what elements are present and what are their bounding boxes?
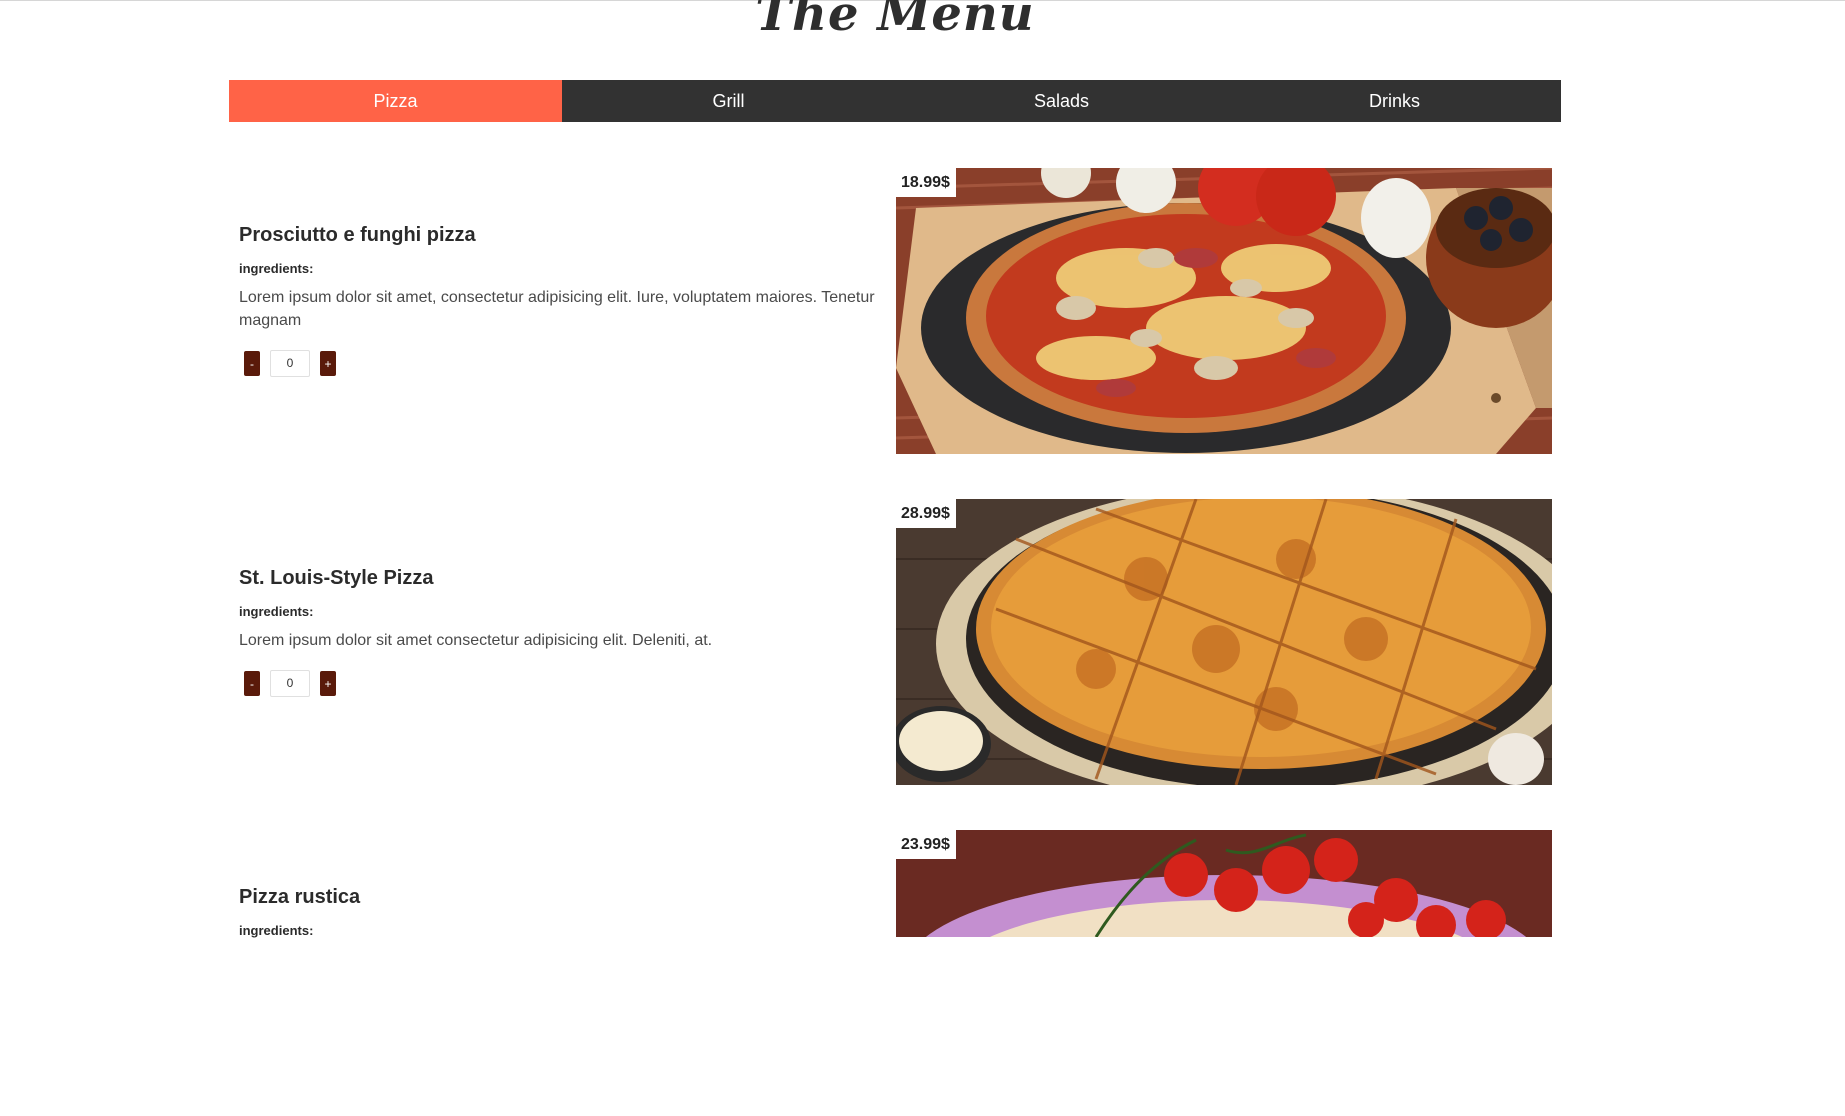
item-description: Lorem ipsum dolor sit amet, consectetur … [239,289,875,329]
tab-drinks[interactable]: Drinks [1228,80,1561,122]
item-name: Pizza rustica [239,886,361,908]
ingredients-label: ingredients: [239,261,314,276]
menu-item-info: St. Louis-Style Pizza ingredients: Lorem… [239,567,879,697]
price-badge: 23.99$ [896,830,956,859]
menu-item-info: Pizza rustica ingredients: [239,886,879,948]
price-badge: 28.99$ [896,499,956,528]
item-image: 23.99$ [896,830,1552,937]
pizza-photo-prosciutto [896,168,1552,454]
quantity-input[interactable]: 0 [270,350,310,377]
quantity-input[interactable]: 0 [270,670,310,697]
tab-pizza[interactable]: Pizza [229,80,562,122]
page-title: The Menu [755,0,1035,42]
item-name: Prosciutto e funghi pizza [239,224,476,246]
item-image: 28.99$ [896,499,1552,785]
pizza-photo-rustica [896,830,1552,937]
item-description: Lorem ipsum dolor sit amet consectetur a… [239,632,713,649]
menu-item: Pizza rustica ingredients: 23.99$ [229,830,1561,1116]
decrease-button[interactable]: - [244,351,260,376]
price-badge: 18.99$ [896,168,956,197]
tab-grill[interactable]: Grill [562,80,895,122]
menu-item: Prosciutto e funghi pizza ingredients: L… [229,168,1561,454]
tab-salads[interactable]: Salads [895,80,1228,122]
ingredients-label: ingredients: [239,604,314,619]
menu-tabs: Pizza Grill Salads Drinks [229,80,1561,122]
item-image: 18.99$ [896,168,1552,454]
item-name: St. Louis-Style Pizza [239,567,434,589]
menu-item-info: Prosciutto e funghi pizza ingredients: L… [239,224,879,377]
increase-button[interactable]: + [320,351,336,376]
pizza-photo-st-louis [896,499,1552,785]
ingredients-label: ingredients: [239,923,314,938]
increase-button[interactable]: + [320,671,336,696]
quantity-stepper: - 0 + [244,350,879,377]
decrease-button[interactable]: - [244,671,260,696]
menu-item: St. Louis-Style Pizza ingredients: Lorem… [229,499,1561,785]
quantity-stepper: - 0 + [244,670,879,697]
